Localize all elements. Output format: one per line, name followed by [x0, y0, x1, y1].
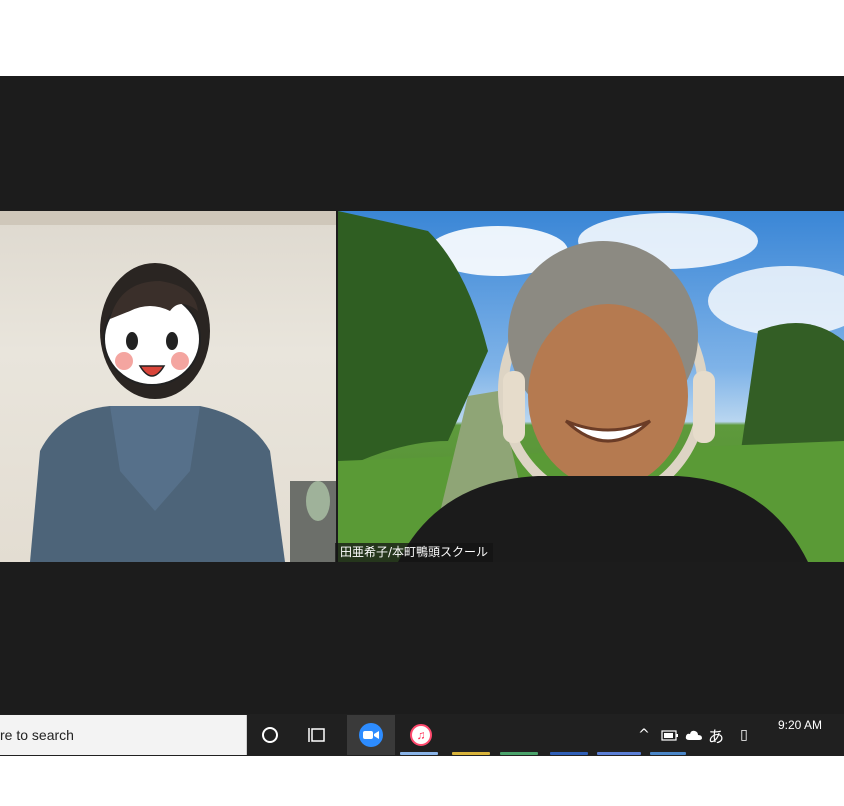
app-running-indicator: [452, 752, 490, 755]
battery-icon[interactable]: [660, 725, 680, 745]
music-app-button[interactable]: ♫: [405, 715, 437, 755]
participant-left-video: [0, 211, 336, 562]
task-view-icon[interactable]: [308, 725, 328, 745]
taskbar-clock[interactable]: 9:20 AM: [770, 718, 830, 735]
music-icon: ♫: [410, 724, 432, 746]
app-running-indicator: [550, 752, 588, 755]
participant-right-video: [338, 211, 844, 562]
bottom-white-area: [0, 756, 844, 806]
app-running-indicator: [400, 752, 438, 755]
app-running-indicator: [597, 752, 641, 755]
app-running-indicator: [500, 752, 538, 755]
cortana-icon[interactable]: [262, 727, 278, 743]
search-placeholder: re to search: [0, 727, 74, 743]
app-running-indicator: [650, 752, 686, 755]
clock-time: 9:20 AM: [777, 718, 823, 732]
notification-center-icon[interactable]: ▯: [734, 725, 754, 745]
onedrive-cloud-icon[interactable]: [684, 725, 704, 745]
ime-hiragana-icon[interactable]: あ: [706, 725, 726, 746]
zoom-icon: [359, 723, 383, 747]
participant-name-tag: 田亜希子/本町鴨頭スクール: [335, 543, 494, 562]
top-white-area: [0, 0, 844, 76]
taskbar-search-box[interactable]: re to search: [0, 715, 247, 755]
video-tile-right[interactable]: [338, 211, 844, 562]
show-hidden-icons-chevron-icon[interactable]: ^: [636, 725, 652, 745]
zoom-app-button[interactable]: [347, 715, 395, 755]
video-tile-left[interactable]: [0, 211, 336, 562]
